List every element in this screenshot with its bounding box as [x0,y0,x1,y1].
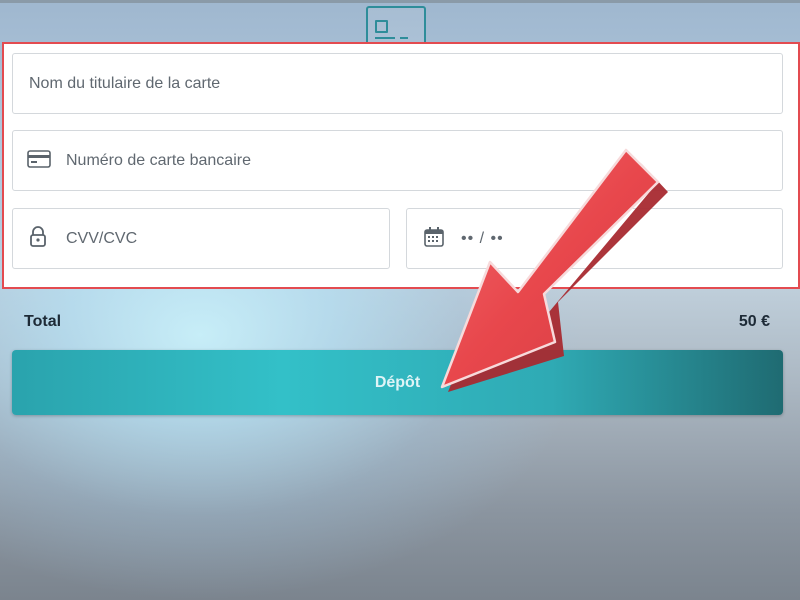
total-amount: 50 € [738,313,770,330]
card-number-placeholder: Numéro de carte bancaire [66,151,251,169]
card-chip-shape [375,20,388,33]
expiry-placeholder: •• / •• [461,229,504,247]
total-label: Total [24,313,62,330]
cvv-placeholder: CVV/CVC [66,229,138,247]
expiry-date-field[interactable]: •• / •• [406,208,783,269]
calendar-icon [423,226,445,252]
top-divider [0,0,800,3]
credit-card-icon [27,149,51,172]
card-number-field[interactable]: Numéro de carte bancaire [12,130,783,191]
card-line-shape [375,37,395,39]
cardholder-name-field[interactable]: Nom du titulaire de la carte [12,53,783,114]
card-line-shape [400,37,408,39]
cvv-field[interactable]: CVV/CVC [12,208,390,269]
lock-icon [29,225,47,252]
cardholder-name-placeholder: Nom du titulaire de la carte [29,74,221,92]
deposit-button[interactable]: Dépôt [12,350,783,415]
